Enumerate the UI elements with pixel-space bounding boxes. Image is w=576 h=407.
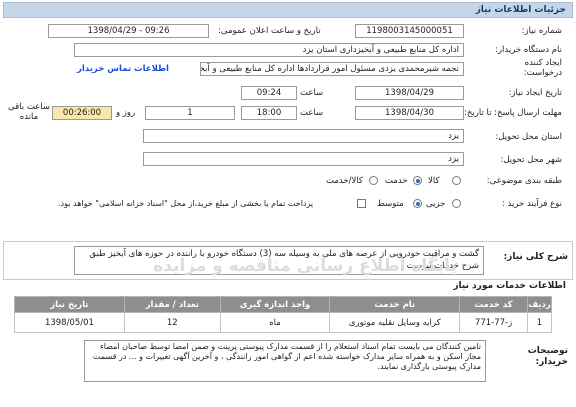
purchase-option-medium: متوسط xyxy=(377,199,404,209)
description-label: شرح کلی نیاز: xyxy=(503,252,568,262)
buyer-notes-label: توضیحات خریدار: xyxy=(527,346,568,367)
delivery-city-field: یزد xyxy=(143,152,464,166)
buyer-contact-link[interactable]: اطلاعات تماس خریدار xyxy=(77,64,169,74)
created-date-field: 1398/04/29 xyxy=(355,86,464,100)
buyer-notes-field: تامین کنندگان می بایست تمام اسناد استعلا… xyxy=(84,340,486,382)
category-radio-goods-service[interactable] xyxy=(369,176,378,185)
delivery-province-field: یزد xyxy=(143,129,464,143)
remaining-days-field: 1 xyxy=(145,106,235,120)
creator-field: نجمه شیرمحمدی یزدی مسئول امور قراردادها … xyxy=(200,62,464,76)
page-title: جزئیات اطلاعات نیاز xyxy=(3,2,573,18)
purchase-radio-minor[interactable] xyxy=(452,199,461,208)
cell-need-date: 1398/05/01 xyxy=(14,312,125,333)
purchase-type-label: نوع فرآیند خرید : xyxy=(501,199,562,209)
announce-date-field: 1398/04/29 - 09:26 xyxy=(48,24,209,38)
announce-date-label: تاریخ و ساعت اعلان عمومی: xyxy=(218,26,321,36)
col-row-number: ردیف xyxy=(527,296,552,313)
cell-quantity: 12 xyxy=(123,312,221,333)
need-number-field: 1198003145000051 xyxy=(355,24,464,38)
purchase-option-minor: جزیی xyxy=(426,199,446,209)
need-details-page: جزئیات اطلاعات نیاز شماره نیاز: 11980031… xyxy=(0,0,576,407)
category-radio-service[interactable] xyxy=(413,176,422,185)
deadline-label: مهلت ارسال پاسخ: تا تاریخ: xyxy=(464,108,562,118)
deadline-time-field: 18:00 xyxy=(241,106,297,120)
delivery-city-label: شهر محل تحویل: xyxy=(500,155,562,165)
col-need-date: تاریخ نیاز xyxy=(14,296,125,313)
remaining-time-field: 00:26:00 xyxy=(52,106,112,120)
created-time-field: 09:24 xyxy=(241,86,297,100)
treasury-payment-note: پرداخت تمام یا بخشی از مبلغ خرید،از محل … xyxy=(58,199,314,208)
created-time-label: ساعت xyxy=(300,88,324,98)
created-date-label: تاریخ ایجاد نیاز: xyxy=(508,88,562,98)
items-section-title: اطلاعات خدمات مورد نیاز xyxy=(453,281,566,291)
cell-service-code: ز-77-771 xyxy=(459,312,529,333)
col-unit: واحد اندازه گیری xyxy=(219,296,331,313)
col-service-code: کد خدمت xyxy=(459,296,529,313)
table-row: 1 ز-77-771 کرایه وسایل نقلیه موتوری ماه … xyxy=(14,312,552,333)
creator-label: ایجاد کننده درخواست: xyxy=(523,58,562,78)
purchase-radio-medium[interactable] xyxy=(413,199,422,208)
items-table-header-row: ردیف کد خدمت نام خدمت واحد اندازه گیری ت… xyxy=(14,296,552,313)
footer-area xyxy=(3,392,573,407)
need-number-label: شماره نیاز: xyxy=(521,26,562,36)
delivery-province-label: استان محل تحویل: xyxy=(495,132,562,142)
category-radio-goods[interactable] xyxy=(452,176,461,185)
remaining-time-label: ساعت باقی مانده xyxy=(8,102,50,122)
cell-row-number: 1 xyxy=(527,312,552,333)
category-label: طبقه بندی موضوعی: xyxy=(486,176,562,186)
treasury-payment-checkbox[interactable] xyxy=(357,199,366,208)
deadline-date-field: 1398/04/30 xyxy=(355,106,464,120)
buyer-org-field: اداره کل منابع طبیعی و آبخیزداری استان ی… xyxy=(74,43,464,57)
remaining-days-label: روز و xyxy=(116,108,136,118)
deadline-time-label: ساعت xyxy=(300,108,324,118)
buyer-org-label: نام دستگاه خریدار: xyxy=(495,45,562,55)
category-option-goods: کالا xyxy=(428,176,440,186)
category-option-goods-service: کالا/خدمت xyxy=(326,176,363,186)
col-quantity: تعداد / مقدار xyxy=(123,296,221,313)
description-field: گشت و مراقبت خودرویی از عرصه های ملی به … xyxy=(74,246,484,275)
cell-service-name: کرایه وسایل نقلیه موتوری xyxy=(329,312,461,333)
items-table: ردیف کد خدمت نام خدمت واحد اندازه گیری ت… xyxy=(14,296,552,333)
cell-unit: ماه xyxy=(219,312,331,333)
category-option-service: خدمت xyxy=(385,176,408,186)
col-service-name: نام خدمت xyxy=(329,296,461,313)
